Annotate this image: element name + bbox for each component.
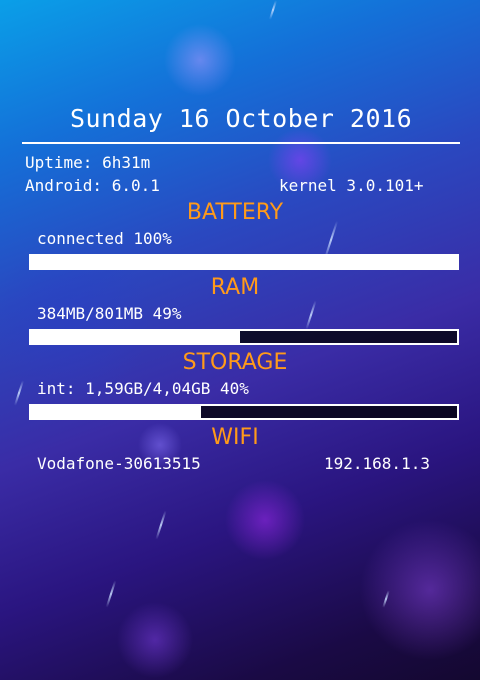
background-streak (382, 590, 390, 608)
battery-progress-bar (29, 254, 459, 270)
storage-title: STORAGE (182, 350, 288, 375)
ram-title: RAM (210, 275, 260, 300)
background-streak (105, 580, 117, 608)
background-streak (305, 300, 317, 330)
battery-progress-fill (31, 256, 457, 268)
uptime-text: Uptime: 6h31m (25, 153, 151, 172)
storage-progress-bar (29, 404, 459, 420)
wifi-title: WIFI (211, 425, 259, 450)
android-version-text: Android: 6.0.1 (25, 176, 160, 195)
wifi-ip-text: 192.168.1.3 (324, 454, 430, 473)
background-streak (14, 380, 24, 406)
ram-progress-fill (31, 331, 240, 343)
storage-status-text: int: 1,59GB/4,04GB 40% (37, 379, 249, 398)
ram-progress-bar (29, 329, 459, 345)
storage-progress-fill (31, 406, 202, 418)
wifi-ssid-text: Vodafone-30613515 (37, 454, 201, 473)
date-heading: Sunday 16 October 2016 (70, 104, 413, 133)
background-streak (268, 0, 278, 20)
date-divider (22, 142, 460, 144)
battery-status-text: connected 100% (37, 229, 172, 248)
background-streak (155, 510, 167, 540)
battery-title: BATTERY (186, 200, 284, 225)
ram-status-text: 384MB/801MB 49% (37, 304, 182, 323)
kernel-version-text: kernel 3.0.101+ (279, 176, 424, 195)
